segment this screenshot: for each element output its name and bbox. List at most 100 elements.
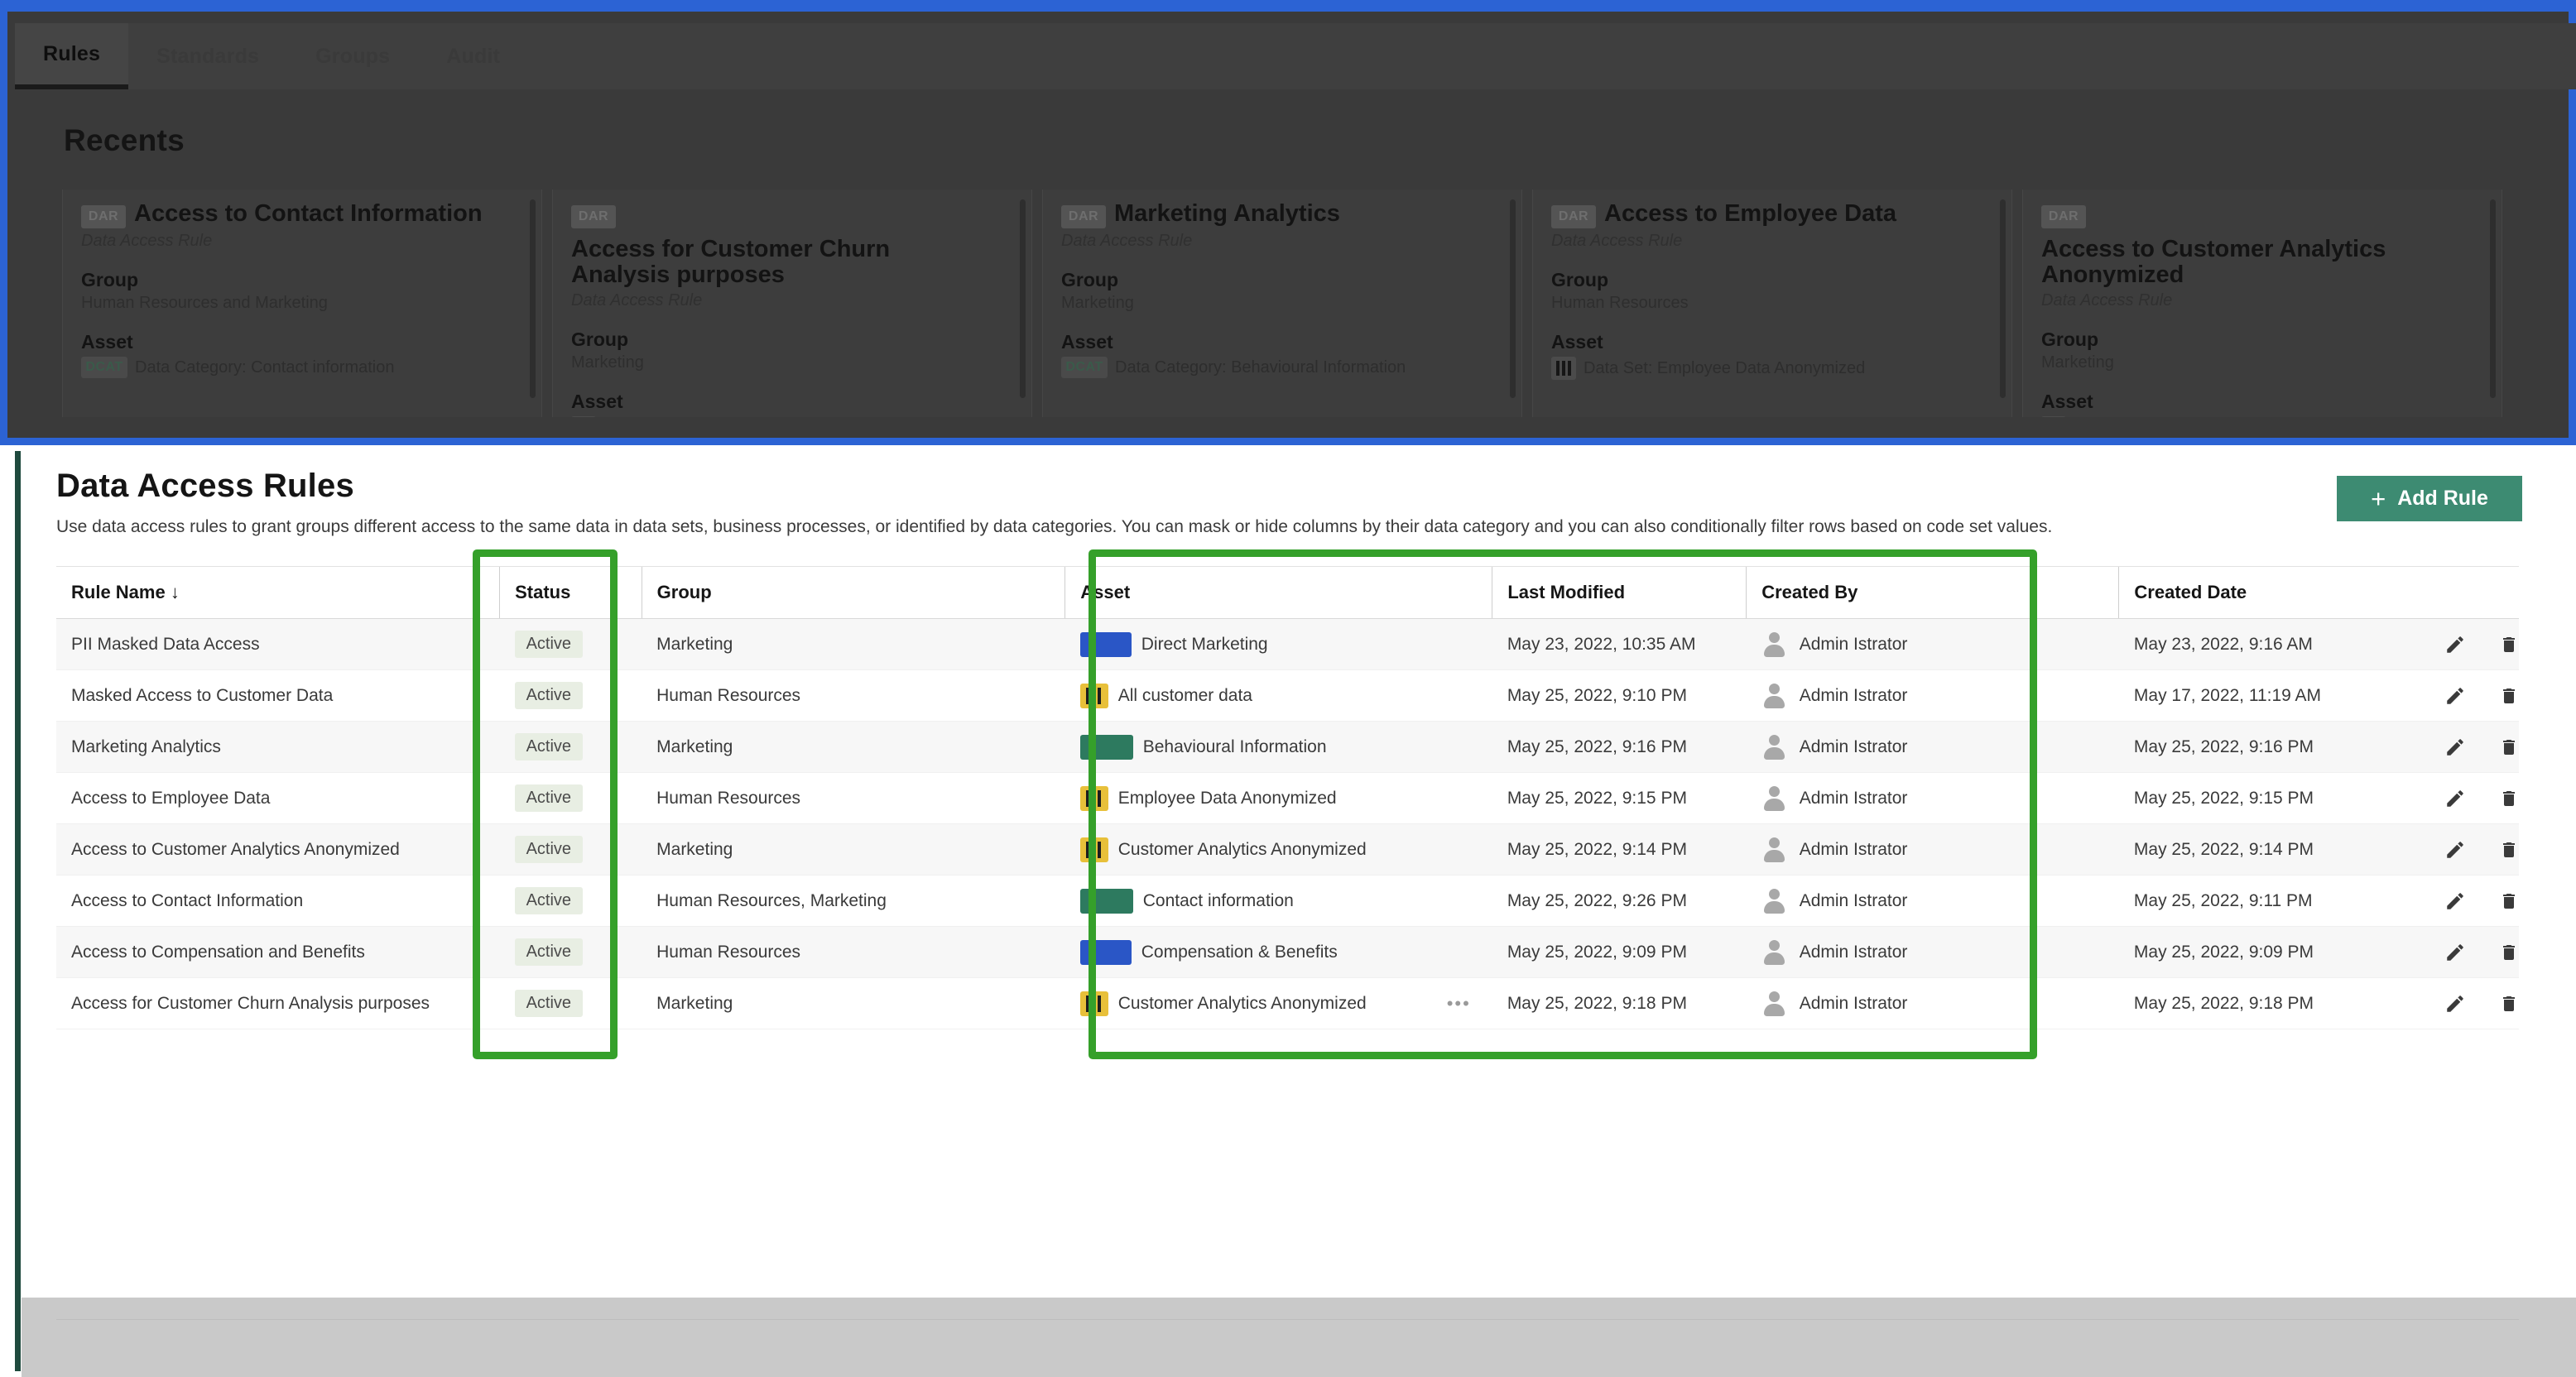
cell-created-by: Admin Istrator xyxy=(1746,618,2119,670)
column-header-created-date[interactable]: Created Date xyxy=(2118,566,2405,619)
pencil-icon[interactable] xyxy=(2444,685,2466,707)
cell-actions xyxy=(2404,669,2519,722)
column-header-created-by[interactable]: Created By xyxy=(1746,566,2119,619)
tab-groups[interactable]: Groups xyxy=(287,23,418,89)
column-header-asset[interactable]: Asset xyxy=(1065,566,1492,619)
cell-rule-name[interactable]: Access for Customer Churn Analysis purpo… xyxy=(56,977,500,1029)
cell-actions xyxy=(2404,721,2519,773)
recents-card-group-label: Group xyxy=(1061,269,1118,290)
cell-created-by: Admin Istrator xyxy=(1746,772,2119,824)
trash-icon[interactable] xyxy=(2499,993,2519,1015)
cell-created-date: May 25, 2022, 9:15 PM xyxy=(2118,772,2405,824)
trash-icon[interactable] xyxy=(2499,890,2519,912)
cell-asset: Direct Marketing xyxy=(1065,618,1492,670)
cell-created-date: May 25, 2022, 9:18 PM xyxy=(2118,977,2405,1029)
pencil-icon[interactable] xyxy=(2444,890,2466,912)
asset-label: Employee Data Anonymized xyxy=(1117,788,1337,808)
table-row[interactable]: Marketing Analytics Active Marketing Behavi… xyxy=(56,721,2519,773)
avatar xyxy=(1761,785,1786,812)
cell-status: Active xyxy=(499,721,642,773)
cell-rule-name[interactable]: Access to Contact Information xyxy=(56,875,500,927)
status-badge: Active xyxy=(514,784,584,812)
trash-icon[interactable] xyxy=(2499,839,2519,861)
dset-badge-icon xyxy=(1079,991,1108,1016)
cell-rule-name[interactable]: Access to Customer Analytics Anonymized xyxy=(56,823,500,876)
trash-icon[interactable] xyxy=(2499,942,2519,963)
column-header-status[interactable]: Status xyxy=(499,566,642,619)
created-by-name: Admin Istrator xyxy=(1799,736,1908,756)
dataset-badge-icon xyxy=(2041,416,2066,417)
cell-group: Marketing xyxy=(642,977,1065,1029)
tab-standards[interactable]: Standards xyxy=(128,23,287,89)
recents-card-group-value: Marketing xyxy=(571,353,644,372)
tab-audit[interactable]: Audit xyxy=(418,23,528,89)
table-row[interactable]: Access to Employee Data Active Human Resou… xyxy=(56,772,2519,824)
trash-icon[interactable] xyxy=(2499,736,2519,758)
table-row[interactable]: Masked Access to Customer Data Active Huma… xyxy=(56,669,2519,722)
card-scrollbar[interactable] xyxy=(530,199,536,398)
created-by-name: Admin Istrator xyxy=(1799,788,1908,808)
table-row[interactable]: Access for Customer Churn Analysis purpo… xyxy=(56,977,2519,1029)
card-scrollbar[interactable] xyxy=(2000,199,2006,398)
recents-card[interactable]: DAR Access to Contact Information Data A… xyxy=(62,190,542,417)
recents-card-subtitle: Data Access Rule xyxy=(1551,232,1683,250)
status-badge: Active xyxy=(514,887,584,914)
cell-created-date: May 23, 2022, 9:16 AM xyxy=(2118,618,2405,670)
cell-created-by: Admin Istrator xyxy=(1746,875,2119,927)
cell-rule-name[interactable]: Access to Employee Data xyxy=(56,772,500,824)
card-scrollbar[interactable] xyxy=(1510,199,1516,398)
pencil-icon[interactable] xyxy=(2444,942,2466,963)
table-row[interactable]: PII Masked Data Access Active Marketing Dir… xyxy=(56,618,2519,670)
recents-card[interactable]: DAR Access to Customer Analytics Anonymi… xyxy=(2022,190,2502,417)
proc-badge-icon xyxy=(1079,939,1132,965)
asset-overflow-ellipsis[interactable]: ••• xyxy=(1447,993,1492,1015)
column-header-group[interactable]: Group xyxy=(641,566,1065,619)
cell-actions xyxy=(2404,977,2519,1029)
recents-card[interactable]: DAR Access to Employee Data Data Access … xyxy=(1532,190,2012,417)
pencil-icon[interactable] xyxy=(2444,736,2466,758)
column-header-last-modified[interactable]: Last Modified xyxy=(1492,566,1747,619)
cell-rule-name[interactable]: Marketing Analytics xyxy=(56,721,500,773)
pencil-icon[interactable] xyxy=(2444,634,2466,655)
trash-icon[interactable] xyxy=(2499,788,2519,809)
card-scrollbar[interactable] xyxy=(2490,199,2496,398)
trash-icon[interactable] xyxy=(2499,634,2519,655)
cell-rule-name[interactable]: Access to Compensation and Benefits xyxy=(56,926,500,978)
dataset-badge-icon xyxy=(1551,357,1576,380)
table-row[interactable]: Access to Compensation and Benefits Activ… xyxy=(56,926,2519,978)
cell-last-modified: May 23, 2022, 10:35 AM xyxy=(1492,618,1747,670)
avatar xyxy=(1761,991,1786,1017)
cell-last-modified: May 25, 2022, 9:14 PM xyxy=(1492,823,1747,876)
table-row[interactable]: Access to Customer Analytics Anonymized A… xyxy=(56,823,2519,876)
pencil-icon[interactable] xyxy=(2444,788,2466,809)
status-badge: Active xyxy=(514,990,584,1017)
page-background-bottom xyxy=(22,1298,2576,1377)
recents-card[interactable]: DAR Access for Customer Churn Analysis p… xyxy=(552,190,1032,417)
dar-badge-icon: DAR xyxy=(2041,205,2086,228)
add-rule-button[interactable]: + Add Rule xyxy=(2337,476,2522,521)
recents-card-title: Marketing Analytics xyxy=(1114,200,1340,227)
trash-icon[interactable] xyxy=(2499,685,2519,707)
recents-heading: Recents xyxy=(64,123,185,157)
tab-rules[interactable]: Rules xyxy=(15,23,129,89)
recents-card-asset-label: Asset xyxy=(1551,331,1603,353)
cell-asset: Customer Analytics Anonymized xyxy=(1065,823,1492,876)
pencil-icon[interactable] xyxy=(2444,839,2466,861)
column-header-rule-name[interactable]: Rule Name ↓ xyxy=(56,566,500,619)
recents-card-title: Access for Customer Churn Analysis purpo… xyxy=(571,236,891,289)
avatar xyxy=(1761,888,1786,914)
dcat-badge-icon xyxy=(1079,888,1133,914)
card-scrollbar[interactable] xyxy=(1020,199,1026,398)
recents-card-group-label: Group xyxy=(1551,269,1608,290)
table-row[interactable]: Access to Contact Information Active Human… xyxy=(56,875,2519,927)
cell-last-modified: May 25, 2022, 9:15 PM xyxy=(1492,772,1747,824)
avatar xyxy=(1761,631,1786,658)
asset-label: Contact information xyxy=(1142,890,1294,910)
cell-actions xyxy=(2404,618,2519,670)
recents-card[interactable]: DAR Marketing Analytics Data Access Rule… xyxy=(1042,190,1522,417)
cell-status: Active xyxy=(499,823,642,876)
created-by-name: Admin Istrator xyxy=(1799,890,1908,910)
cell-rule-name[interactable]: PII Masked Data Access xyxy=(56,618,500,670)
pencil-icon[interactable] xyxy=(2444,993,2466,1015)
cell-rule-name[interactable]: Masked Access to Customer Data xyxy=(56,669,500,722)
